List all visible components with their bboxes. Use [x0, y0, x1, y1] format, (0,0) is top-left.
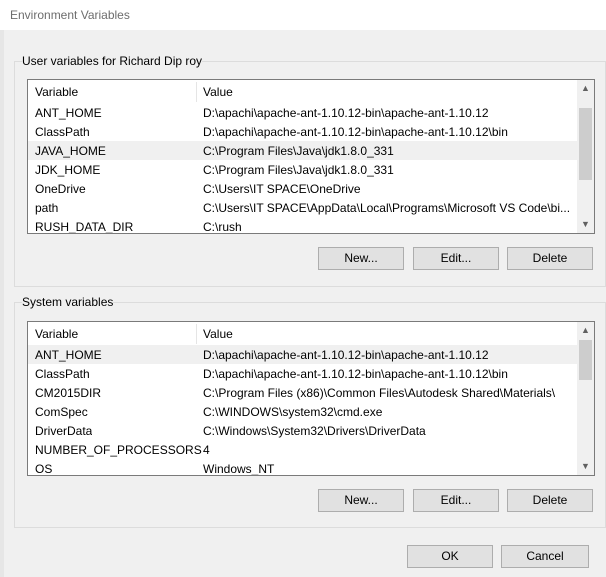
variable-name-cell: ANT_HOME [35, 348, 102, 362]
user-variables-list[interactable]: Variable Value ANT_HOME D:\apachi\apache-… [27, 79, 595, 234]
system-new-button[interactable]: New... [318, 489, 404, 512]
column-separator[interactable] [196, 324, 197, 344]
variable-value-cell: C:\WINDOWS\system32\cmd.exe [203, 405, 383, 419]
user-scroll-thumb[interactable] [579, 108, 592, 180]
system-variables-list[interactable]: Variable Value ANT_HOME D:\apachi\apache-… [27, 321, 595, 476]
system-scroll-thumb[interactable] [579, 340, 592, 380]
variable-value-cell: C:\Program Files\Java\jdk1.8.0_331 [203, 144, 394, 158]
table-row[interactable]: ANT_HOME D:\apachi\apache-ant-1.10.12-bin… [28, 103, 594, 122]
table-row[interactable]: ANT_HOME D:\apachi\apache-ant-1.10.12-bin… [28, 345, 594, 364]
variable-value-cell: C:\rush [203, 220, 242, 234]
chevron-down-icon[interactable]: ▼ [577, 458, 594, 475]
user-edit-button[interactable]: Edit... [413, 247, 499, 270]
variable-name-cell: path [35, 201, 59, 215]
chevron-up-icon[interactable]: ▲ [577, 322, 594, 339]
ok-button[interactable]: OK [407, 545, 493, 568]
system-list-scrollbar[interactable]: ▲ ▼ [577, 322, 594, 475]
variable-name-cell: ClassPath [35, 125, 90, 139]
variable-value-cell: 4 [203, 443, 210, 457]
variable-name-cell: JAVA_HOME [35, 144, 106, 158]
user-list-scrollbar[interactable]: ▲ ▼ [577, 80, 594, 233]
system-list-header: Variable Value [28, 322, 594, 344]
title-bar: Environment Variables [0, 0, 606, 30]
table-row[interactable]: path C:\Users\IT SPACE\AppData\Local\Prog… [28, 198, 594, 217]
variable-value-cell: D:\apachi\apache-ant-1.10.12-bin\apache-… [203, 125, 508, 139]
variable-name-cell: JDK_HOME [35, 163, 101, 177]
table-row[interactable]: RUSH_DATA_DIR C:\rush [28, 217, 594, 234]
variable-name-cell: ClassPath [35, 367, 90, 381]
value-column-header[interactable]: Value [203, 327, 233, 341]
variable-name-cell: ComSpec [35, 405, 88, 419]
variable-value-cell: D:\apachi\apache-ant-1.10.12-bin\apache-… [203, 106, 489, 120]
variable-value-cell: D:\apachi\apache-ant-1.10.12-bin\apache-… [203, 367, 508, 381]
window-title: Environment Variables [10, 8, 130, 22]
table-row[interactable]: OneDrive C:\Users\IT SPACE\OneDrive [28, 179, 594, 198]
value-column-header[interactable]: Value [203, 85, 233, 99]
table-row[interactable]: JDK_HOME C:\Program Files\Java\jdk1.8.0_3… [28, 160, 594, 179]
variable-column-header[interactable]: Variable [35, 327, 78, 341]
column-separator[interactable] [196, 82, 197, 102]
variable-name-cell: CM2015DIR [35, 386, 102, 400]
variable-name-cell: OS [35, 462, 53, 476]
system-variables-label: System variables [22, 295, 114, 309]
table-row[interactable]: ClassPath D:\apachi\apache-ant-1.10.12-bi… [28, 122, 594, 141]
chevron-up-icon[interactable]: ▲ [577, 80, 594, 97]
cancel-button[interactable]: Cancel [501, 545, 589, 568]
variable-name-cell: RUSH_DATA_DIR [35, 220, 134, 234]
variable-value-cell: C:\Users\IT SPACE\AppData\Local\Programs… [203, 201, 571, 215]
user-delete-button[interactable]: Delete [507, 247, 593, 270]
variable-value-cell: C:\Program Files (x86)\Common Files\Auto… [203, 386, 556, 400]
variable-name-cell: NUMBER_OF_PROCESSORS [35, 443, 202, 457]
table-row[interactable]: DriverData C:\Windows\System32\Drivers\Dr… [28, 421, 594, 440]
table-row[interactable]: JAVA_HOME C:\Program Files\Java\jdk1.8.0_… [28, 141, 594, 160]
variable-value-cell: C:\Windows\System32\Drivers\DriverData [203, 424, 426, 438]
table-row[interactable]: OS Windows_NT [28, 459, 594, 476]
variable-value-cell: C:\Program Files\Java\jdk1.8.0_331 [203, 163, 394, 177]
user-list-header: Variable Value [28, 80, 594, 102]
system-delete-button[interactable]: Delete [507, 489, 593, 512]
variable-name-cell: ANT_HOME [35, 106, 102, 120]
chevron-down-icon[interactable]: ▼ [577, 216, 594, 233]
variable-value-cell: D:\apachi\apache-ant-1.10.12-bin\apache-… [203, 348, 489, 362]
variable-name-cell: OneDrive [35, 182, 86, 196]
table-row[interactable]: ClassPath D:\apachi\apache-ant-1.10.12-bi… [28, 364, 594, 383]
user-new-button[interactable]: New... [318, 247, 404, 270]
system-edit-button[interactable]: Edit... [413, 489, 499, 512]
variable-column-header[interactable]: Variable [35, 85, 78, 99]
variable-value-cell: Windows_NT [203, 462, 275, 476]
table-row[interactable]: NUMBER_OF_PROCESSORS 4 [28, 440, 594, 459]
window-left-edge [0, 30, 4, 577]
variable-value-cell: C:\Users\IT SPACE\OneDrive [203, 182, 361, 196]
table-row[interactable]: ComSpec C:\WINDOWS\system32\cmd.exe [28, 402, 594, 421]
user-variables-label: User variables for Richard Dip roy [22, 54, 203, 68]
table-row[interactable]: CM2015DIR C:\Program Files (x86)\Common F… [28, 383, 594, 402]
variable-name-cell: DriverData [35, 424, 93, 438]
